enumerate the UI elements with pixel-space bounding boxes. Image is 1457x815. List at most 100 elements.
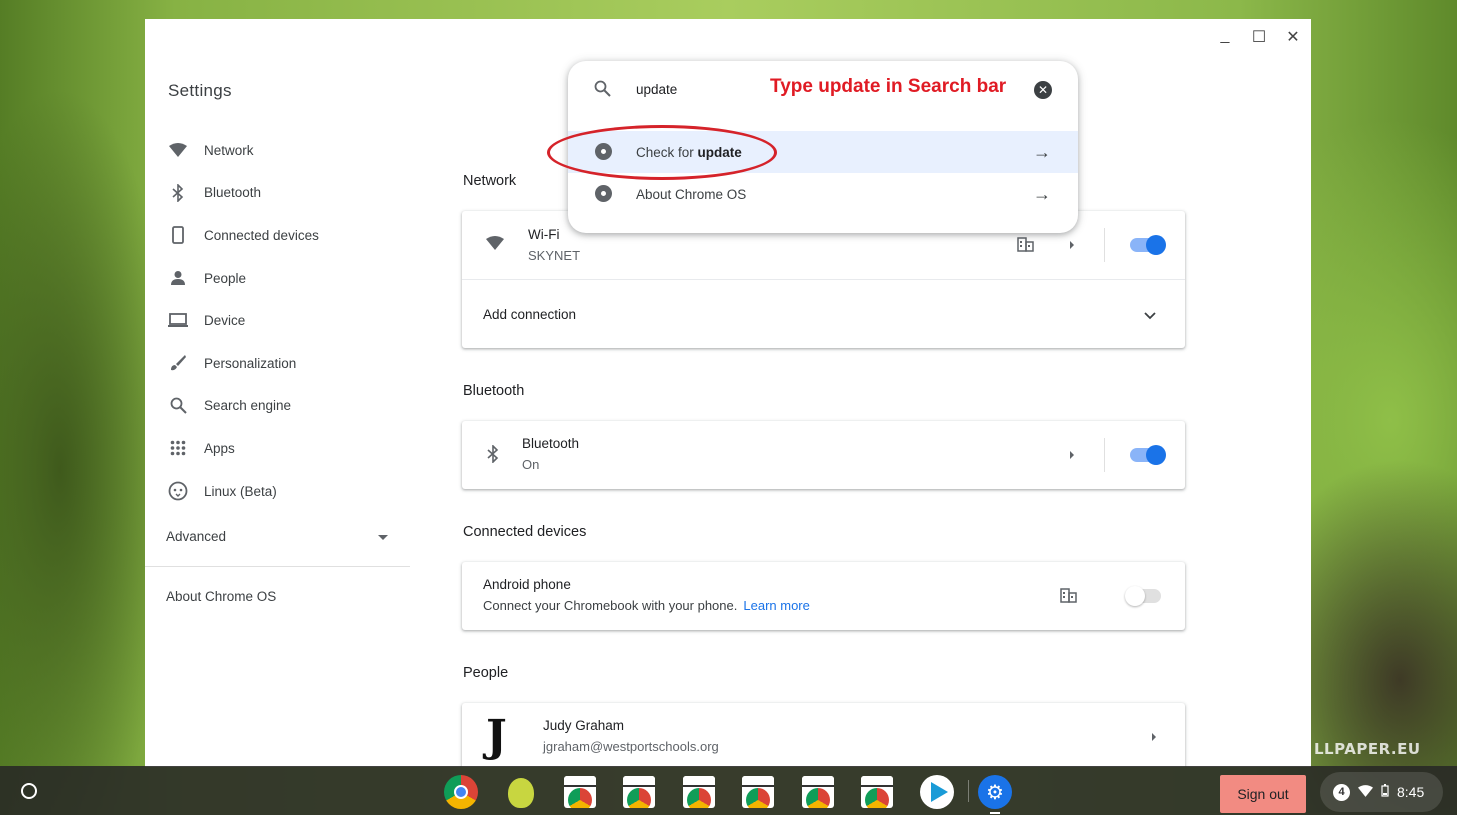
web-app-icon[interactable] bbox=[683, 776, 715, 808]
search-result-about-chrome-os[interactable]: About Chrome OS → bbox=[568, 173, 1078, 215]
android-phone-toggle[interactable] bbox=[1125, 586, 1161, 606]
bluetooth-card: Bluetooth On bbox=[462, 421, 1185, 489]
sidebar-item-device[interactable]: Device bbox=[145, 299, 410, 342]
settings-app-icon[interactable]: ⚙ bbox=[978, 775, 1012, 809]
active-app-indicator bbox=[990, 812, 1000, 814]
sidebar-item-connected-devices[interactable]: Connected devices bbox=[145, 214, 410, 257]
search-result-check-for-update[interactable]: Check for update → bbox=[568, 131, 1078, 173]
web-app-icon[interactable] bbox=[623, 776, 655, 808]
app-title: Settings bbox=[168, 81, 232, 100]
search-input[interactable] bbox=[636, 82, 756, 97]
wifi-toggle[interactable] bbox=[1130, 235, 1166, 255]
people-card: J Judy Graham jgraham@westportschools.or… bbox=[462, 703, 1185, 767]
close-button[interactable]: ✕ bbox=[1285, 27, 1301, 47]
sidebar-item-search-engine[interactable]: Search engine bbox=[145, 385, 410, 428]
building-icon bbox=[1017, 237, 1034, 257]
android-phone-row[interactable]: Android phone Connect your Chromebook wi… bbox=[462, 562, 1185, 630]
chrome-icon bbox=[595, 185, 612, 202]
phone-icon bbox=[167, 224, 189, 246]
sidebar-item-label: Personalization bbox=[204, 355, 297, 371]
result-label: About Chrome OS bbox=[636, 186, 747, 202]
sidebar-item-linux[interactable]: Linux (Beta) bbox=[145, 470, 410, 513]
sidebar-divider bbox=[145, 566, 410, 567]
search-icon bbox=[167, 395, 189, 417]
chevron-down-icon[interactable] bbox=[1144, 307, 1156, 325]
bluetooth-label: Bluetooth bbox=[522, 436, 580, 451]
bluetooth-row[interactable]: Bluetooth On bbox=[462, 421, 1185, 489]
bluetooth-toggle[interactable] bbox=[1130, 445, 1166, 465]
result-prefix: Check for bbox=[636, 144, 698, 160]
about-chrome-os-link[interactable]: About Chrome OS bbox=[166, 589, 276, 604]
learn-more-link[interactable]: Learn more bbox=[743, 598, 809, 613]
arrow-right-icon: → bbox=[1033, 141, 1051, 162]
android-phone-label: Android phone bbox=[483, 577, 571, 592]
annotation-text: Type update in Search bar bbox=[770, 76, 1007, 97]
sidebar-item-label: Connected devices bbox=[204, 227, 319, 243]
shelf: ⚙ Sign out 4 8:45 bbox=[0, 766, 1457, 815]
sign-out-button[interactable]: Sign out bbox=[1220, 775, 1306, 813]
web-app-icon[interactable] bbox=[742, 776, 774, 808]
shelf-separator bbox=[968, 780, 969, 802]
bluetooth-icon bbox=[167, 182, 189, 204]
search-dropdown: Type update in Search bar ✕ Check for up… bbox=[568, 61, 1078, 233]
web-app-icon[interactable] bbox=[564, 776, 596, 808]
sidebar-item-network[interactable]: Network bbox=[145, 129, 410, 172]
network-section-title: Network bbox=[463, 173, 517, 189]
result-highlight: update bbox=[697, 144, 742, 160]
sidebar-item-bluetooth[interactable]: Bluetooth bbox=[145, 172, 410, 215]
sidebar-nav: Network Bluetooth Connected devices Peop… bbox=[145, 129, 410, 512]
bluetooth-icon bbox=[487, 444, 499, 468]
user-email: jgraham@westportschools.org bbox=[543, 739, 719, 754]
battery-icon bbox=[1381, 784, 1389, 800]
arrow-right-icon: → bbox=[1033, 183, 1051, 204]
chevron-right-icon[interactable] bbox=[1070, 451, 1074, 459]
android-phone-desc: Connect your Chromebook with your phone. bbox=[483, 598, 738, 613]
chevron-right-icon[interactable] bbox=[1152, 733, 1156, 741]
sidebar-item-label: Apps bbox=[204, 440, 235, 456]
sidebar-item-apps[interactable]: Apps bbox=[145, 427, 410, 470]
web-app-icon[interactable] bbox=[861, 776, 893, 808]
bluetooth-status: On bbox=[522, 457, 540, 472]
minimize-button[interactable]: _ bbox=[1217, 27, 1233, 47]
search-icon bbox=[594, 80, 611, 102]
laptop-icon bbox=[167, 310, 189, 332]
window-controls: _ ☐ ✕ bbox=[1217, 27, 1301, 47]
clock: 8:45 bbox=[1397, 784, 1425, 800]
sidebar-item-label: Network bbox=[204, 142, 254, 158]
launcher-button[interactable] bbox=[21, 783, 37, 799]
notification-count-badge: 4 bbox=[1333, 783, 1350, 801]
status-tray[interactable]: 4 8:45 bbox=[1320, 772, 1443, 812]
play-store-icon[interactable] bbox=[920, 775, 954, 809]
advanced-toggle[interactable]: Advanced bbox=[166, 529, 388, 544]
row-separator bbox=[1104, 438, 1105, 472]
add-connection-row[interactable]: Add connection bbox=[462, 280, 1185, 348]
wifi-label: Wi-Fi bbox=[528, 227, 560, 242]
chevron-right-icon[interactable] bbox=[1070, 241, 1074, 249]
wallpaper-watermark: LLPAPER.EU bbox=[1314, 740, 1421, 758]
chrome-app-icon[interactable] bbox=[444, 775, 478, 809]
add-connection-label: Add connection bbox=[483, 306, 577, 322]
maximize-button[interactable]: ☐ bbox=[1251, 27, 1267, 47]
settings-window: _ ☐ ✕ Settings Network Bluetooth Connect… bbox=[145, 19, 1311, 767]
person-icon bbox=[167, 267, 189, 289]
connected-devices-section-title: Connected devices bbox=[463, 524, 587, 540]
pear-deck-app-icon[interactable] bbox=[508, 778, 534, 808]
brush-icon bbox=[167, 352, 189, 374]
wifi-icon bbox=[486, 235, 504, 255]
apps-grid-icon bbox=[167, 437, 189, 459]
user-name: Judy Graham bbox=[543, 718, 625, 733]
sidebar-item-personalization[interactable]: Personalization bbox=[145, 342, 410, 385]
people-section-title: People bbox=[463, 665, 509, 681]
bluetooth-section-title: Bluetooth bbox=[463, 383, 525, 399]
advanced-label: Advanced bbox=[166, 529, 227, 544]
connected-devices-card: Android phone Connect your Chromebook wi… bbox=[462, 562, 1185, 630]
caret-down-icon bbox=[378, 535, 388, 540]
sidebar-item-people[interactable]: People bbox=[145, 257, 410, 300]
user-account-row[interactable]: J Judy Graham jgraham@westportschools.or… bbox=[462, 703, 1185, 767]
sidebar-item-label: Linux (Beta) bbox=[204, 483, 277, 499]
wifi-icon bbox=[167, 139, 189, 161]
web-app-icon[interactable] bbox=[802, 776, 834, 808]
sidebar-item-label: Search engine bbox=[204, 398, 292, 414]
clear-search-button[interactable]: ✕ bbox=[1034, 81, 1052, 99]
wifi-ssid: SKYNET bbox=[528, 248, 581, 263]
